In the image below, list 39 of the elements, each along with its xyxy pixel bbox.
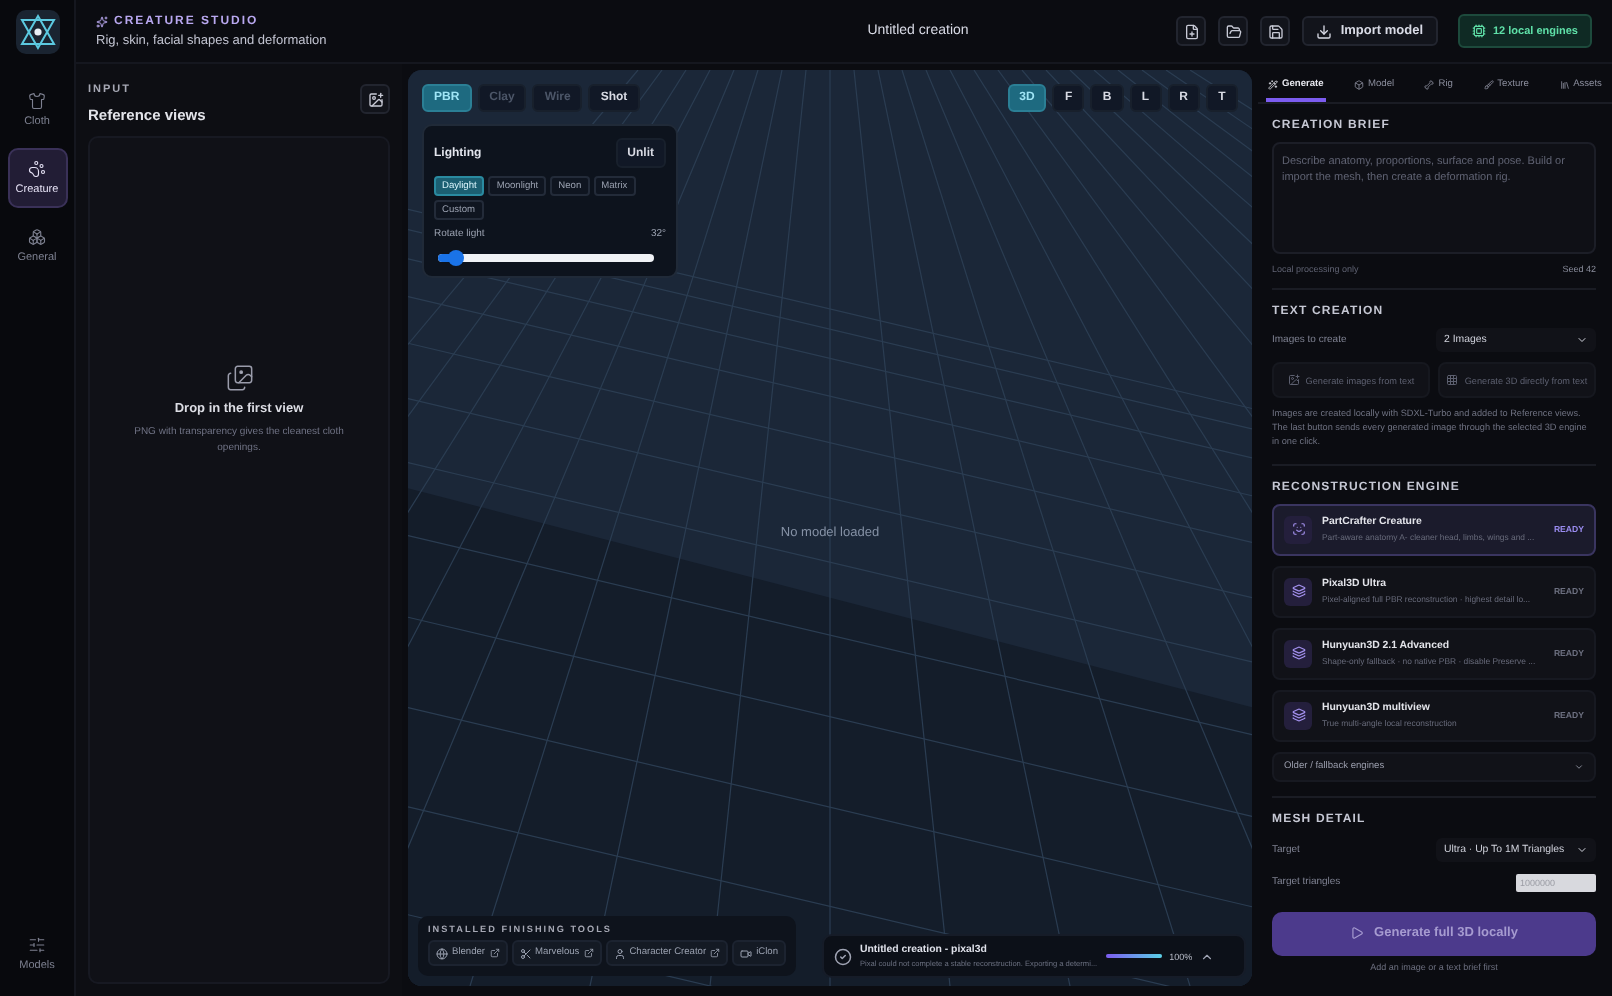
chip-icon xyxy=(1471,24,1485,38)
rotate-slider[interactable] xyxy=(438,254,654,262)
chevron-down-icon xyxy=(1576,843,1588,856)
external-link-icon xyxy=(489,948,500,958)
sliders-icon xyxy=(28,936,46,954)
paw-icon xyxy=(28,160,46,178)
shirt-icon xyxy=(28,92,46,110)
library-icon xyxy=(1559,80,1570,90)
add-image-button[interactable] xyxy=(360,84,390,114)
external-link-icon xyxy=(710,948,721,958)
folder-icon xyxy=(1225,23,1242,39)
scissors-icon xyxy=(519,947,532,959)
chevron-down-icon xyxy=(1576,334,1588,346)
logo-icon xyxy=(15,10,59,54)
sparkles-icon xyxy=(96,15,108,27)
face-scan-icon xyxy=(1284,515,1312,544)
globe-icon xyxy=(436,947,448,959)
image-plus-icon xyxy=(367,91,383,107)
bone-icon xyxy=(1424,80,1435,90)
image-plus-icon xyxy=(1287,374,1300,386)
download-icon xyxy=(1316,23,1333,39)
open-folder-button[interactable] xyxy=(1218,16,1249,46)
cluster-icon xyxy=(28,228,46,246)
play-icon xyxy=(1350,926,1365,941)
new-file-button[interactable] xyxy=(1176,16,1207,46)
slider-thumb[interactable] xyxy=(447,250,464,266)
video-camera-icon xyxy=(740,947,753,959)
person-icon xyxy=(613,947,626,959)
chevron-down-icon xyxy=(1574,761,1584,772)
chevron-up-icon[interactable] xyxy=(1200,949,1215,963)
cube-icon xyxy=(1353,80,1364,90)
external-link-icon xyxy=(583,948,594,958)
images-icon xyxy=(225,364,253,392)
brush-icon xyxy=(1483,80,1494,90)
check-circle-icon xyxy=(834,947,852,965)
wand-icon xyxy=(1268,80,1278,90)
save-button[interactable] xyxy=(1260,16,1291,46)
save-icon xyxy=(1267,23,1284,39)
new-file-icon xyxy=(1183,23,1200,39)
